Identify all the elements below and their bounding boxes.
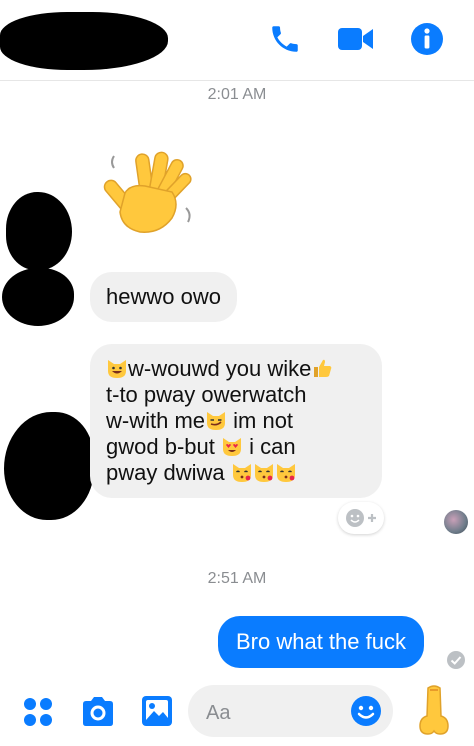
message-text-line: t-to pway owerwatch xyxy=(106,382,307,407)
message-input[interactable] xyxy=(204,700,348,726)
camera-icon[interactable] xyxy=(80,696,116,728)
message-text-line: gwod b-but xyxy=(106,434,221,459)
incoming-message[interactable]: w-wouwd you wike t-to pway owerwatch w-w… xyxy=(90,344,382,498)
timestamp: 2:01 AM xyxy=(207,86,267,103)
timestamp: 2:51 AM xyxy=(207,570,267,587)
message-text-line: w-with me xyxy=(106,408,206,433)
smirking-cat-emoji xyxy=(207,412,226,430)
message-text-line: im not xyxy=(227,408,294,433)
redacted-avatar xyxy=(4,412,94,520)
video-call-icon[interactable] xyxy=(336,24,376,59)
redacted-avatar xyxy=(2,268,74,326)
message-text-line: pway dwiwa xyxy=(106,460,231,485)
message-composer[interactable] xyxy=(188,685,393,737)
thumbs-up-emoji xyxy=(314,359,332,377)
heart-eyes-cat-emoji xyxy=(222,438,241,456)
message-text-line: i can xyxy=(242,434,296,459)
waving-hand-emoji[interactable] xyxy=(100,148,200,236)
redacted-contact-name xyxy=(0,12,168,70)
read-receipt-avatar xyxy=(444,510,468,534)
quick-reaction-emoji-button[interactable] xyxy=(414,684,454,736)
kissing-cat-emoji xyxy=(276,464,295,482)
more-options-icon[interactable] xyxy=(22,696,54,728)
sent-check-icon xyxy=(446,650,466,670)
kissing-cat-emoji xyxy=(232,464,251,482)
kissing-cat-emoji xyxy=(254,464,273,482)
emoji-icon[interactable] xyxy=(350,695,382,727)
message-text: hewwo owo xyxy=(106,284,221,309)
message-text-line: w-wouwd you wike xyxy=(128,356,312,381)
add-reaction-button[interactable] xyxy=(338,502,384,534)
phone-icon[interactable] xyxy=(268,22,302,61)
incoming-message[interactable]: hewwo owo xyxy=(90,272,237,322)
outgoing-message[interactable]: Bro what the fuck xyxy=(218,616,424,668)
conversation-header xyxy=(0,0,474,81)
info-icon[interactable] xyxy=(410,22,444,61)
add-reaction-icon xyxy=(346,509,376,527)
message-text: Bro what the fuck xyxy=(236,629,406,654)
gallery-icon[interactable] xyxy=(140,694,174,728)
grinning-cat-emoji xyxy=(108,360,126,378)
redacted-avatar xyxy=(6,192,72,270)
